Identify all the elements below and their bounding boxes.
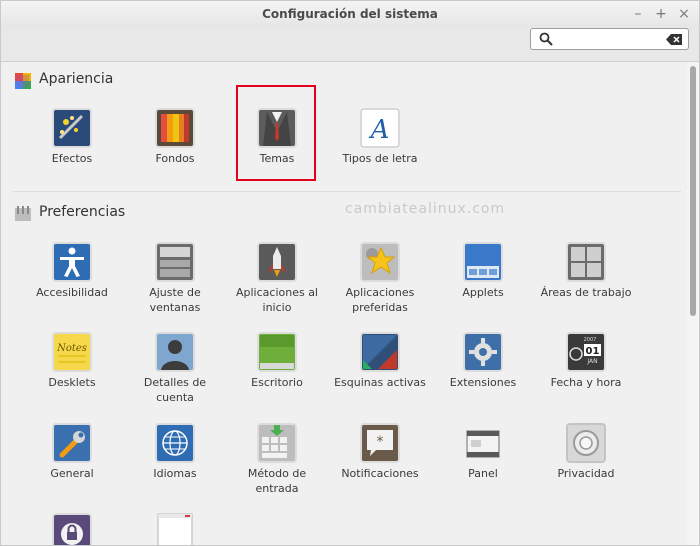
setting-general[interactable]: General (22, 423, 122, 481)
workspaces-icon (566, 242, 606, 282)
section-divider (13, 191, 681, 192)
svg-text:A: A (369, 115, 390, 145)
setting-window-tiling[interactable]: Ajuste de ventanas (125, 242, 225, 315)
desklets-icon: Notes (52, 332, 92, 372)
clock-month: JAN (586, 358, 597, 365)
settings-window: Configuración del sistema – + × Aparienc… (0, 0, 700, 546)
setting-label: Extensiones (449, 376, 517, 389)
setting-extensions[interactable]: Extensiones (433, 332, 533, 390)
appearance-icon (15, 73, 31, 89)
effects-icon (52, 108, 92, 148)
setting-label: Idiomas (153, 467, 197, 480)
minimize-button[interactable]: – (629, 5, 647, 23)
setting-label: Esquinas activas (334, 376, 426, 389)
clock-year: 2007 (584, 337, 597, 343)
input-method-icon (257, 423, 297, 463)
setting-effects[interactable]: Efectos (22, 108, 122, 166)
setting-desklets[interactable]: Notes Desklets (22, 332, 122, 390)
hot-corners-icon (360, 332, 400, 372)
section-title: Preferencias (39, 204, 126, 220)
setting-languages[interactable]: Idiomas (125, 423, 225, 481)
clear-icon[interactable] (666, 34, 682, 45)
notifications-icon: * (360, 423, 400, 463)
setting-date-time[interactable]: 2007 01 JAN Fecha y hora (536, 332, 636, 390)
setting-label: Áreas de trabajo (540, 286, 632, 299)
startup-apps-icon (257, 242, 297, 282)
clock-day: 01 (586, 346, 600, 357)
setting-label: Desklets (48, 376, 96, 389)
setting-backgrounds[interactable]: Fondos (125, 108, 225, 166)
setting-label: Detalles de cuenta (143, 376, 207, 404)
setting-preferred-apps[interactable]: Aplicaciones preferidas (330, 242, 430, 315)
setting-label: Fecha y hora (550, 376, 622, 389)
setting-workspaces[interactable]: Áreas de trabajo (536, 242, 636, 300)
setting-label: Temas (259, 152, 295, 165)
watermark: cambiatealinux.com (345, 201, 506, 217)
general-icon (52, 423, 92, 463)
setting-label: Notificaciones (341, 467, 419, 480)
setting-input-method[interactable]: Método de entrada (227, 423, 327, 496)
window-title: Configuración del sistema (262, 7, 438, 21)
preferred-apps-icon (360, 242, 400, 282)
notes-text: Notes (56, 343, 87, 354)
setting-label: General (50, 467, 94, 480)
search-input[interactable] (557, 31, 662, 47)
setting-accessibility[interactable]: Accesibilidad (22, 242, 122, 300)
setting-label: Efectos (51, 152, 93, 165)
section-title: Apariencia (39, 71, 114, 87)
settings-content: Apariencia Efectos Fondos Temas A Tipos … (1, 62, 687, 545)
svg-text:*: * (377, 434, 384, 450)
preferences-icon (15, 206, 31, 221)
setting-label: Ajuste de ventanas (149, 286, 201, 314)
panel-icon (466, 430, 500, 458)
fonts-icon: A (360, 108, 400, 148)
themes-icon (257, 108, 297, 148)
setting-notifications[interactable]: * Notificaciones (330, 423, 430, 481)
close-button[interactable]: × (675, 5, 693, 23)
scrollbar-thumb[interactable] (690, 66, 696, 316)
setting-label: Fondos (155, 152, 195, 165)
search-icon (539, 32, 553, 46)
setting-hot-corners[interactable]: Esquinas activas (330, 332, 430, 390)
setting-account-details[interactable]: Detalles de cuenta (125, 332, 225, 405)
setting-screensaver[interactable] (22, 513, 122, 545)
date-time-icon: 2007 01 JAN (566, 332, 606, 372)
setting-label: Applets (462, 286, 504, 299)
desktop-icon (257, 332, 297, 372)
accessibility-icon (52, 242, 92, 282)
document-icon (157, 513, 193, 545)
backgrounds-icon (155, 108, 195, 148)
setting-fonts[interactable]: A Tipos de letra (330, 108, 430, 166)
account-details-icon (155, 332, 195, 372)
extensions-icon (463, 332, 503, 372)
setting-label: Tipos de letra (342, 152, 418, 165)
title-bar: Configuración del sistema – + × (1, 1, 699, 27)
setting-privacy[interactable]: Privacidad (536, 423, 636, 481)
setting-panel[interactable]: Panel (433, 423, 533, 481)
setting-applets[interactable]: Applets (433, 242, 533, 300)
setting-desktop[interactable]: Escritorio (227, 332, 327, 390)
maximize-button[interactable]: + (652, 5, 670, 23)
setting-label: Aplicaciones preferidas (345, 286, 415, 314)
privacy-icon (566, 423, 606, 463)
search-box[interactable] (530, 28, 689, 50)
screensaver-lock-icon (52, 513, 92, 545)
setting-label: Método de entrada (247, 467, 307, 495)
setting-label: Privacidad (557, 467, 615, 480)
setting-label: Accesibilidad (36, 286, 108, 299)
setting-themes[interactable]: Temas (227, 108, 327, 166)
setting-document[interactable] (125, 513, 225, 545)
setting-startup-apps[interactable]: Aplicaciones al inicio (227, 242, 327, 315)
setting-label: Panel (468, 467, 498, 480)
languages-icon (155, 423, 195, 463)
setting-label: Aplicaciones al inicio (235, 286, 318, 314)
window-tiling-icon (155, 242, 195, 282)
applets-icon (463, 242, 503, 282)
setting-label: Escritorio (251, 376, 303, 389)
vertical-scrollbar[interactable] (687, 62, 699, 545)
toolbar (1, 27, 699, 62)
